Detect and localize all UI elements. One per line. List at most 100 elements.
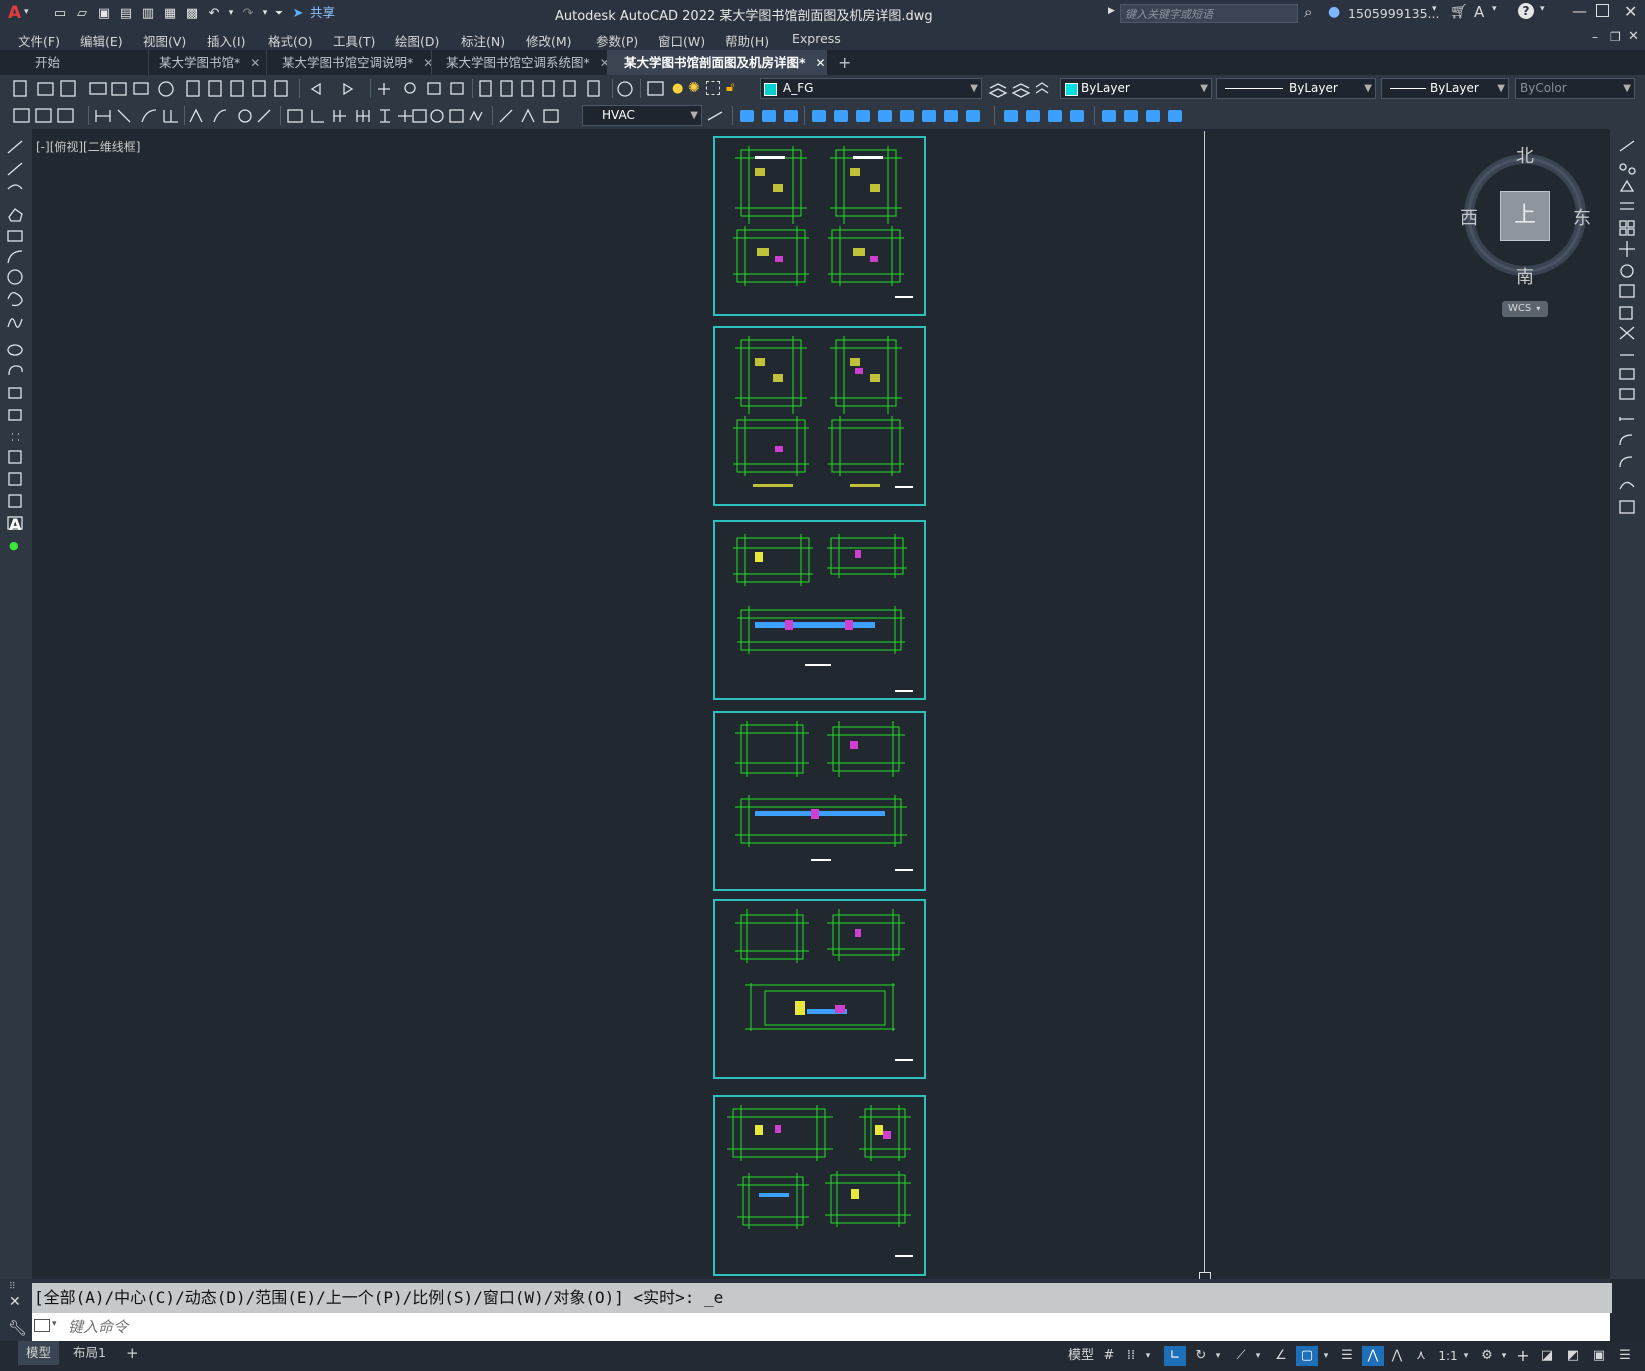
tab-layout1[interactable]: 布局1 (65, 1341, 114, 1365)
menu-format[interactable]: 格式(O) (268, 31, 313, 50)
customize-status-icon[interactable]: ☰ (1616, 1346, 1634, 1366)
drawing-sheet-4[interactable] (713, 711, 926, 891)
menu-draw[interactable]: 绘图(D) (395, 31, 439, 50)
menu-express[interactable]: Express (792, 31, 841, 46)
add-selected-icon[interactable]: ● (9, 539, 19, 552)
viewcube[interactable]: 上 北 南 东 西 WCS ▾ (1455, 142, 1595, 322)
isolate-objects-icon[interactable]: ◪ (1538, 1346, 1556, 1366)
plotstyle-combo[interactable]: ByColor ▼ (1515, 78, 1635, 99)
search-input[interactable]: 键入关键字或短语 (1120, 4, 1298, 23)
polar-icon[interactable]: ↻ (1192, 1346, 1210, 1366)
viewport-label[interactable]: [-][俯视][二维线框] (36, 138, 140, 155)
layer-tools-icons[interactable] (986, 75, 1050, 102)
viewcube-top-face[interactable]: 上 (1500, 191, 1550, 241)
dimension-toolbar-icons[interactable] (0, 102, 580, 129)
save-as-icon[interactable]: ▤ (116, 4, 136, 22)
undo-dropdown-icon[interactable]: ▾ (226, 4, 236, 22)
plot-icon[interactable]: ▩ (182, 4, 202, 22)
lineweight-icon[interactable]: ☰ (1338, 1346, 1356, 1366)
dimstyle-combo[interactable]: HVAC ▼ (582, 105, 702, 126)
osnap-icon[interactable]: ▢ (1296, 1346, 1318, 1366)
undo-icon[interactable]: ↶ (204, 4, 224, 22)
search-expand-icon[interactable]: ▶ (1108, 6, 1115, 16)
cart-icon[interactable]: 🛒︎ (1450, 4, 1468, 20)
compass-north[interactable]: 北 (1516, 142, 1534, 168)
drawing-sheet-2[interactable] (713, 326, 926, 506)
menu-edit[interactable]: 编辑(E) (80, 31, 123, 50)
tab-close-icon[interactable]: ✕ (250, 56, 260, 70)
standard-toolbar-icons[interactable] (0, 75, 680, 102)
snap-dropdown-icon[interactable]: ▾ (1142, 1346, 1154, 1366)
polar-dropdown-icon[interactable]: ▾ (1212, 1346, 1224, 1366)
app-menu-chevron-icon[interactable]: ▾ (24, 7, 29, 17)
autodesk-app-icon[interactable]: A (1474, 3, 1484, 21)
share-button[interactable]: 共享 (310, 4, 335, 22)
help-dropdown-icon[interactable]: ▾ (1540, 4, 1545, 14)
redo-dropdown-icon[interactable]: ▾ (260, 4, 270, 22)
text-tool-icon[interactable]: A (9, 515, 21, 534)
scale-dropdown-icon[interactable]: ▾ (1460, 1346, 1472, 1366)
ortho-icon[interactable]: ∟ (1164, 1346, 1186, 1366)
new-file-icon[interactable]: ▭ (50, 4, 70, 22)
compass-west[interactable]: 西 (1460, 204, 1478, 230)
tab-document-active[interactable]: 某大学图书馆剖面图及机房详图* ✕ (607, 50, 827, 75)
color-combo[interactable]: ByLayer ▼ (1060, 78, 1212, 99)
menu-dimension[interactable]: 标注(N) (461, 31, 505, 50)
doc-restore-icon[interactable]: ❐ (1610, 30, 1621, 44)
drawing-sheet-5[interactable] (713, 899, 926, 1079)
hardware-acceleration-icon[interactable]: ◩ (1564, 1346, 1582, 1366)
command-line[interactable]: ▾ (32, 1313, 1610, 1341)
doc-close-icon[interactable]: ✕ (1628, 29, 1639, 44)
linetype-combo[interactable]: ByLayer ▼ (1216, 78, 1376, 99)
save-web-icon[interactable]: ▦ (160, 4, 180, 22)
osnap-tracking-icon[interactable]: ∠ (1272, 1346, 1290, 1366)
menu-parametric[interactable]: 参数(P) (596, 31, 638, 50)
grid-icon[interactable]: # (1100, 1346, 1118, 1366)
new-tab-button[interactable]: + (838, 50, 858, 75)
modify-tool-icons[interactable] (1610, 129, 1645, 529)
autocad-logo-icon[interactable]: A (8, 3, 21, 23)
command-prompt-icon[interactable] (34, 1319, 50, 1332)
share-icon[interactable]: ➤ (288, 4, 308, 22)
modify-toolbar-icons[interactable] (704, 102, 1214, 129)
workspace-dropdown-icon[interactable]: ▾ (1498, 1346, 1510, 1366)
help-icon[interactable]: ? (1518, 3, 1534, 19)
menu-tools[interactable]: 工具(T) (333, 31, 375, 50)
drawing-sheet-3[interactable] (713, 520, 926, 700)
drawing-sheet-1[interactable] (713, 136, 926, 316)
minimize-icon[interactable]: — (1572, 2, 1587, 20)
close-command-icon[interactable]: ✕ (9, 1294, 21, 1310)
tab-model[interactable]: 模型 (18, 1341, 60, 1365)
osnap-dropdown-icon[interactable]: ▾ (1320, 1346, 1332, 1366)
user-icon[interactable]: ● (1328, 4, 1340, 20)
command-input[interactable] (66, 1315, 970, 1339)
menu-view[interactable]: 视图(V) (143, 31, 186, 50)
wcs-menu[interactable]: WCS ▾ (1502, 301, 1548, 317)
layer-lock-icon[interactable]: 🔓︎ (726, 80, 734, 95)
maximize-icon[interactable] (1596, 4, 1609, 17)
compass-south[interactable]: 南 (1516, 263, 1534, 289)
menu-window[interactable]: 窗口(W) (658, 31, 705, 50)
menu-file[interactable]: 文件(F) (18, 31, 60, 50)
tab-document-3[interactable]: 某大学图书馆空调系统图* ✕ (431, 50, 610, 75)
redo-icon[interactable]: ↷ (238, 4, 258, 22)
layer-combo[interactable]: A_FG ▼ (760, 78, 982, 99)
add-icon[interactable]: + (1514, 1346, 1532, 1366)
tab-document-1[interactable]: 某大学图书馆* ✕ (148, 50, 266, 75)
clean-screen-icon[interactable]: ▣ (1590, 1346, 1608, 1366)
save-icon[interactable]: ▣ (94, 4, 114, 22)
drawing-sheet-6[interactable] (713, 1095, 926, 1276)
autoscale-icon[interactable]: ⋀ (1388, 1346, 1406, 1366)
customize-command-icon[interactable]: 🔧︎ (8, 1319, 27, 1337)
user-dropdown-icon[interactable]: ▾ (1432, 4, 1437, 14)
menu-insert[interactable]: 插入(I) (207, 31, 245, 50)
annotation-scale-icon[interactable]: ⋏ (1412, 1346, 1430, 1366)
isodraft-icon[interactable]: ⟋ (1232, 1346, 1250, 1366)
tab-close-icon[interactable]: ✕ (816, 56, 826, 70)
layer-viewport-icon[interactable] (706, 81, 720, 95)
customize-qa-icon[interactable]: ⏷ (272, 4, 286, 22)
open-file-icon[interactable]: ▱ (72, 4, 92, 22)
tab-document-2[interactable]: 某大学图书馆空调说明* ✕ (266, 50, 433, 75)
menu-modify[interactable]: 修改(M) (526, 31, 572, 50)
drag-handle-icon[interactable]: ⠿ (9, 1282, 16, 1292)
